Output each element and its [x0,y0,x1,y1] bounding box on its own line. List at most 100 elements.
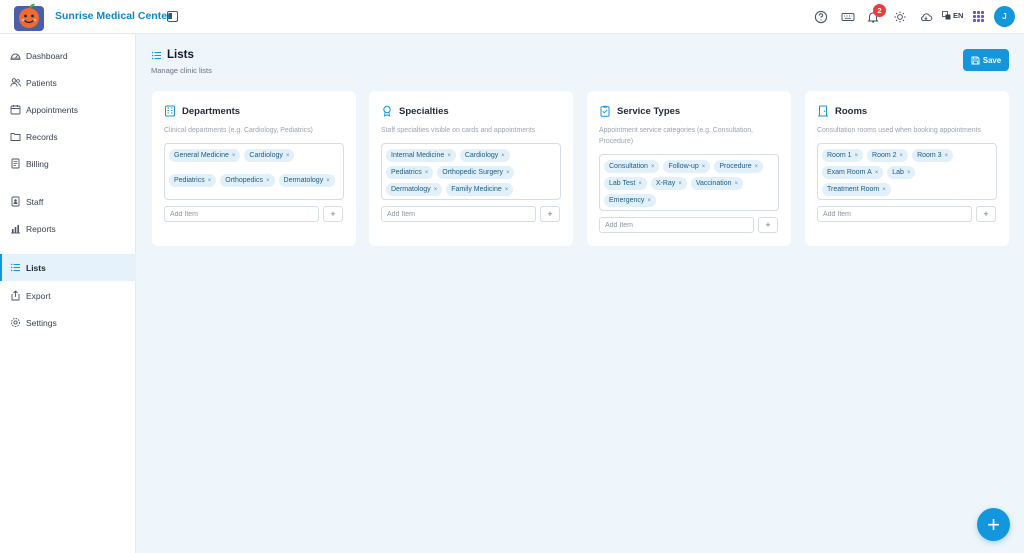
card-title: Service Types [617,105,681,117]
tags-container: Internal Medicine × Cardiology × Pediatric… [381,143,561,200]
add-item-button[interactable]: + [758,217,778,233]
list-tag: Room 3 × [912,149,954,162]
sidebar-item-records[interactable]: Records [0,123,136,150]
export-icon [11,290,20,301]
list-tag: Cardiology × [459,149,510,162]
language-switcher[interactable]: EN [942,11,963,20]
card-description: Appointment service categories (e.g. Con… [599,127,753,145]
list-tag: Room 2 × [867,149,909,162]
sun-icon[interactable] [893,10,907,24]
sidebar-item-dashboard[interactable]: Dashboard [0,42,136,69]
remove-tag-icon[interactable]: × [434,187,438,193]
remove-tag-icon[interactable]: × [501,153,505,159]
add-item-input[interactable] [164,206,319,222]
remove-tag-icon[interactable]: × [447,153,451,159]
card-header: Specialties [381,105,449,117]
receipt-icon [11,158,20,169]
remove-tag-icon[interactable]: × [505,187,509,193]
remove-tag-icon[interactable]: × [678,181,682,187]
award-icon [383,105,391,117]
chart-icon [11,225,20,234]
card-title: Specialties [399,105,449,117]
list-tag: Exam Room A × [822,166,884,179]
badge-icon [11,196,20,207]
sidebar-item-lists[interactable]: Lists [0,254,136,281]
list-tag: Dermatology × [386,183,443,196]
remove-tag-icon[interactable]: × [755,164,759,170]
sidebar-item-reports[interactable]: Reports [0,215,136,242]
add-item-input[interactable] [599,217,754,233]
list-tag: Vaccination × [690,177,744,190]
add-item-button[interactable]: + [323,206,343,222]
remove-tag-icon[interactable]: × [875,170,879,176]
add-item-button[interactable]: + [976,206,996,222]
sidebar-item-billing[interactable]: Billing [0,150,136,177]
remove-tag-icon[interactable]: × [208,178,212,184]
sidebar-item-patients[interactable]: Patients [0,69,136,96]
remove-tag-icon[interactable]: × [232,153,236,159]
app-name: Sunrise Medical Center [55,10,172,22]
remove-tag-icon[interactable]: × [735,181,739,187]
clipboard-icon [600,105,610,117]
remove-tag-icon[interactable]: × [702,164,706,170]
list-tag: Room 1 × [822,149,864,162]
user-avatar[interactable]: J [994,6,1015,27]
list-card-departments: Departments Clinical departments (e.g. C… [152,91,356,246]
list-tag: Follow-up × [663,160,711,173]
list-tag: Cardiology × [244,149,295,162]
sidebar-item-label: Lists [26,262,46,273]
remove-tag-icon[interactable]: × [266,178,270,184]
list-tag: Procedure × [714,160,764,173]
add-item-input[interactable] [817,206,972,222]
building-icon [165,105,175,117]
save-button[interactable]: Save [963,49,1009,71]
sidebar-item-label: Billing [26,158,49,169]
remove-tag-icon[interactable]: × [286,153,290,159]
remove-tag-icon[interactable]: × [326,178,330,184]
cloud-icon[interactable] [919,10,933,24]
list-card-service-types: Service Types Appointment service catego… [587,91,791,246]
remove-tag-icon[interactable]: × [425,170,429,176]
remove-tag-icon[interactable]: × [900,153,904,159]
tags-container: Room 1 × Room 2 × Room 3 × Exam Room A × Lab… [817,143,997,200]
list-tag: Consultation × [604,160,660,173]
logo-icon [14,3,44,31]
card-title: Departments [182,105,241,117]
remove-tag-icon[interactable]: × [882,187,886,193]
sidebar-item-staff[interactable]: Staff [0,188,136,215]
card-description: Consultation rooms used when booking app… [817,127,981,134]
sidebar-item-label: Reports [26,223,56,234]
remove-tag-icon[interactable]: × [506,170,510,176]
add-item-button[interactable]: + [540,206,560,222]
sidebar-item-settings[interactable]: Settings [0,309,136,336]
sidebar-item-label: Staff [26,196,44,207]
list-card-rooms: Rooms Consultation rooms used when booki… [805,91,1009,246]
list-tag: Pediatrics × [386,166,434,179]
remove-tag-icon[interactable]: × [907,170,911,176]
folder-icon [10,133,21,141]
door-icon [818,105,828,117]
calendar-icon [10,105,21,115]
sidebar-item-export[interactable]: Export [0,282,136,309]
card-title: Rooms [835,105,868,117]
sidebar-item-appointments[interactable]: Appointments [0,96,136,123]
list-tag: General Medicine × [169,149,241,162]
add-item-input[interactable] [381,206,536,222]
list-tag: Internal Medicine × [386,149,456,162]
keyboard-icon[interactable] [841,10,855,24]
remove-tag-icon[interactable]: × [651,164,655,170]
sidebar-toggle-icon[interactable] [167,11,178,22]
remove-tag-icon[interactable]: × [855,153,859,159]
list-tag: Family Medicine × [446,183,514,196]
help-icon[interactable] [814,10,828,24]
apps-grid-icon[interactable] [973,11,984,22]
remove-tag-icon[interactable]: × [945,153,949,159]
add-fab-button[interactable]: + [977,508,1010,541]
remove-tag-icon[interactable]: × [638,181,642,187]
remove-tag-icon[interactable]: × [647,198,651,204]
page-header: Lists [151,49,194,61]
language-label: EN [953,11,964,20]
list-tag: Dermatology × [278,174,335,187]
card-header: Rooms [817,105,867,117]
list-card-specialties: Specialties Staff specialties visible on… [369,91,573,246]
